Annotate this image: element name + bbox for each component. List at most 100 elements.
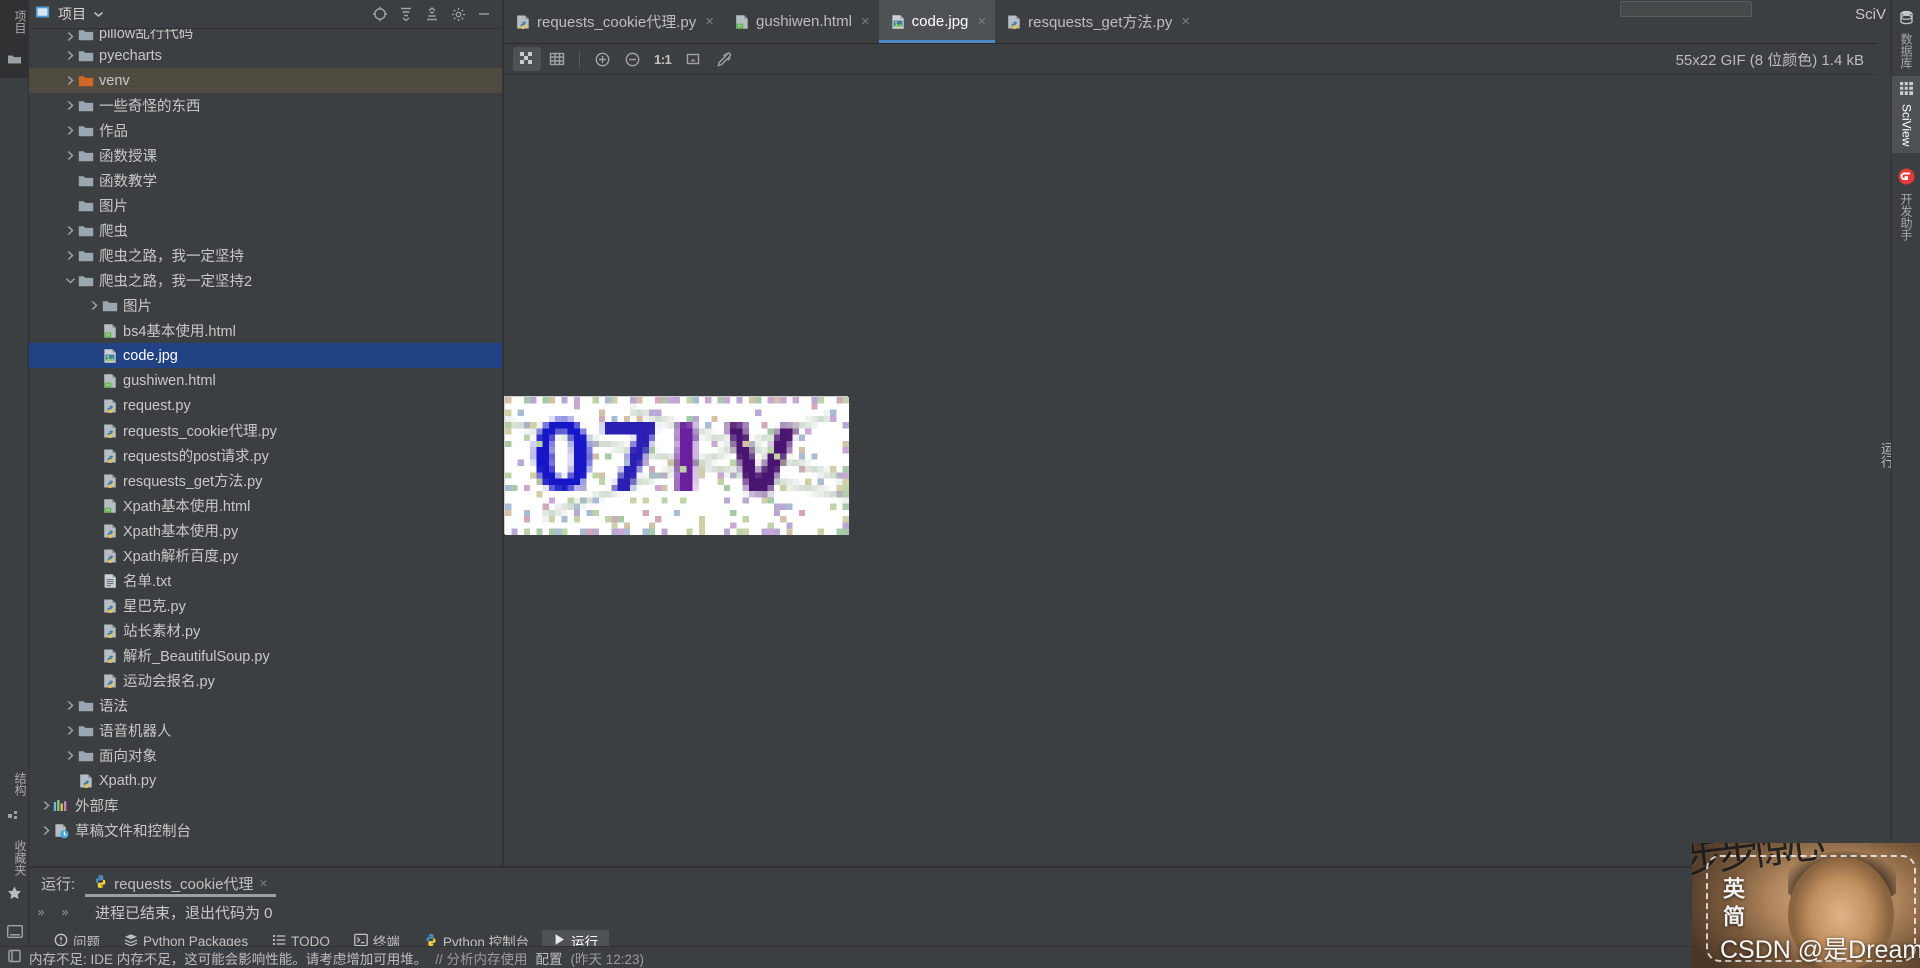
bookmarks-star-icon[interactable] (0, 880, 29, 906)
tree-row[interactable]: Xpath基本使用.py (29, 518, 503, 543)
left-rail-label-project[interactable]: 项目 (0, 2, 29, 42)
expand-chevron-icon-1[interactable]: » (29, 901, 53, 923)
python-icon (101, 397, 118, 414)
tree-row[interactable]: 面向对象 (29, 743, 503, 768)
tree-row[interactable]: 外部库 (29, 793, 503, 818)
color-picker-button[interactable] (709, 47, 737, 71)
chevron-right-icon[interactable] (39, 799, 53, 813)
global-search-field[interactable] (1620, 1, 1752, 17)
tree-row[interactable]: 爬虫之路，我一定坚持 (29, 243, 503, 268)
analyze-memory-link[interactable]: // 分析内存使用 (435, 948, 527, 968)
tree-row[interactable]: requests的post请求.py (29, 443, 503, 468)
tree-row[interactable]: 草稿文件和控制台 (29, 818, 503, 843)
tree-row[interactable]: 函数授课 (29, 143, 503, 168)
tree-row[interactable]: Xpath.py (29, 768, 503, 793)
close-icon[interactable]: × (1181, 13, 1190, 30)
settings-gear-icon[interactable] (445, 1, 471, 27)
chevron-down-icon[interactable] (63, 274, 77, 288)
hide-panel-button[interactable] (471, 1, 497, 27)
fit-to-window-button[interactable] (679, 47, 707, 71)
actual-size-button[interactable]: 1:1 (648, 52, 677, 67)
tree-row-label: 函数授课 (99, 149, 157, 165)
left-rail-label-structure[interactable]: 结构 (0, 768, 29, 800)
zoom-in-button[interactable] (588, 47, 616, 71)
close-icon[interactable]: × (861, 13, 870, 30)
python-icon (77, 772, 94, 789)
expand-all-button[interactable] (393, 1, 419, 27)
memory-indicator-icon[interactable] (8, 949, 21, 966)
right-rail-item-assistant[interactable]: 开发助手 (1892, 163, 1920, 248)
chevron-down-icon[interactable] (93, 5, 104, 23)
tree-row[interactable]: Hbs4基本使用.html (29, 318, 503, 343)
tree-row[interactable]: 爬虫之路，我一定坚持2 (29, 268, 503, 293)
tree-row[interactable]: 函数教学 (29, 168, 503, 193)
expand-chevron-icon-2[interactable]: » (53, 901, 77, 923)
tree-row[interactable]: code.jpg (29, 343, 503, 368)
tree-row[interactable]: 语音机器人 (29, 718, 503, 743)
editor-tab[interactable]: resquests_get方法.py × (995, 0, 1199, 43)
tree-row[interactable]: pyecharts (29, 43, 503, 68)
right-rail-label-assistant[interactable]: 开发助手 (1898, 193, 1915, 241)
right-run-strip[interactable]: 运行 (1879, 0, 1894, 866)
folder-icon (77, 97, 94, 114)
folder-icon (77, 147, 94, 164)
tree-row[interactable]: 语法 (29, 693, 503, 718)
right-rail-label-sciview[interactable]: SciView (1900, 104, 1914, 146)
zoom-out-button[interactable] (618, 47, 646, 71)
tree-row[interactable]: request.py (29, 393, 503, 418)
tree-row[interactable]: 解析_BeautifulSoup.py (29, 643, 503, 668)
tree-row[interactable]: 名单.txt (29, 568, 503, 593)
chevron-right-icon[interactable] (63, 29, 77, 43)
tree-row[interactable]: requests_cookie代理.py (29, 418, 503, 443)
right-rail-label-database[interactable]: 数据库 (1898, 33, 1915, 69)
chevron-right-icon[interactable] (63, 724, 77, 738)
tree-row[interactable]: pillow乱行代码 (29, 29, 503, 43)
close-icon[interactable]: × (705, 13, 714, 30)
tree-row[interactable]: Xpath解析百度.py (29, 543, 503, 568)
toggle-grid-button[interactable] (543, 47, 571, 71)
select-opened-file-button[interactable] (367, 1, 393, 27)
tree-row[interactable]: 图片 (29, 193, 503, 218)
collapse-all-button[interactable] (419, 1, 445, 27)
tree-row[interactable]: 运动会报名.py (29, 668, 503, 693)
tree-row[interactable]: 星巴克.py (29, 593, 503, 618)
chevron-right-icon[interactable] (39, 824, 53, 838)
chevron-right-icon[interactable] (63, 74, 77, 88)
chevron-right-icon[interactable] (63, 149, 77, 163)
image-editor-toolbar[interactable]: 1:1 55x22 GIF (8 位颜色) 1.4 kB (504, 44, 1878, 75)
chevron-right-icon[interactable] (63, 699, 77, 713)
tree-row[interactable]: 爬虫 (29, 218, 503, 243)
tree-row[interactable]: 站长素材.py (29, 618, 503, 643)
tree-row[interactable]: venv (29, 68, 503, 93)
chevron-right-icon[interactable] (63, 749, 77, 763)
editor-tab[interactable]: code.jpg × (878, 0, 996, 43)
chevron-right-icon[interactable] (63, 124, 77, 138)
tree-row[interactable]: 作品 (29, 118, 503, 143)
tree-row[interactable]: 图片 (29, 293, 503, 318)
project-tree[interactable]: pillow乱行代码 pyecharts venv 一些奇怪的东西 作品函数授课函数教学… (29, 29, 503, 866)
configure-link[interactable]: 配置 (536, 948, 563, 968)
close-icon[interactable]: × (977, 13, 986, 30)
editor-tab[interactable]: requests_cookie代理.py × (504, 0, 723, 43)
tree-row[interactable]: Hgushiwen.html (29, 368, 503, 393)
chevron-right-icon[interactable] (87, 299, 101, 313)
structure-icon[interactable] (0, 800, 29, 826)
chevron-right-icon[interactable] (63, 224, 77, 238)
right-rail-item-database[interactable]: 数据库 (1892, 0, 1920, 76)
left-rail-label-bookmarks[interactable]: 收藏夹 (0, 836, 29, 880)
tree-row[interactable]: H Xpath基本使用.html (29, 493, 503, 518)
tree-row[interactable]: resquests_get方法.py (29, 468, 503, 493)
tree-row[interactable]: 一些奇怪的东西 (29, 93, 503, 118)
toggle-transparency-chessboard-button[interactable] (513, 47, 541, 71)
project-folder-icon[interactable] (0, 46, 29, 72)
run-config-tab[interactable]: requests_cookie代理 × (85, 868, 277, 898)
chevron-right-icon[interactable] (63, 249, 77, 263)
project-tool-button-group[interactable]: 项目 (0, 0, 29, 78)
chevron-right-icon[interactable] (63, 49, 77, 63)
terminal-rail-icon[interactable] (0, 918, 29, 944)
right-rail-item-sciview[interactable]: SciView (1892, 76, 1920, 154)
chevron-right-icon[interactable] (63, 99, 77, 113)
close-icon[interactable]: × (259, 875, 267, 891)
editor-tab[interactable]: Hgushiwen.html × (723, 0, 879, 43)
